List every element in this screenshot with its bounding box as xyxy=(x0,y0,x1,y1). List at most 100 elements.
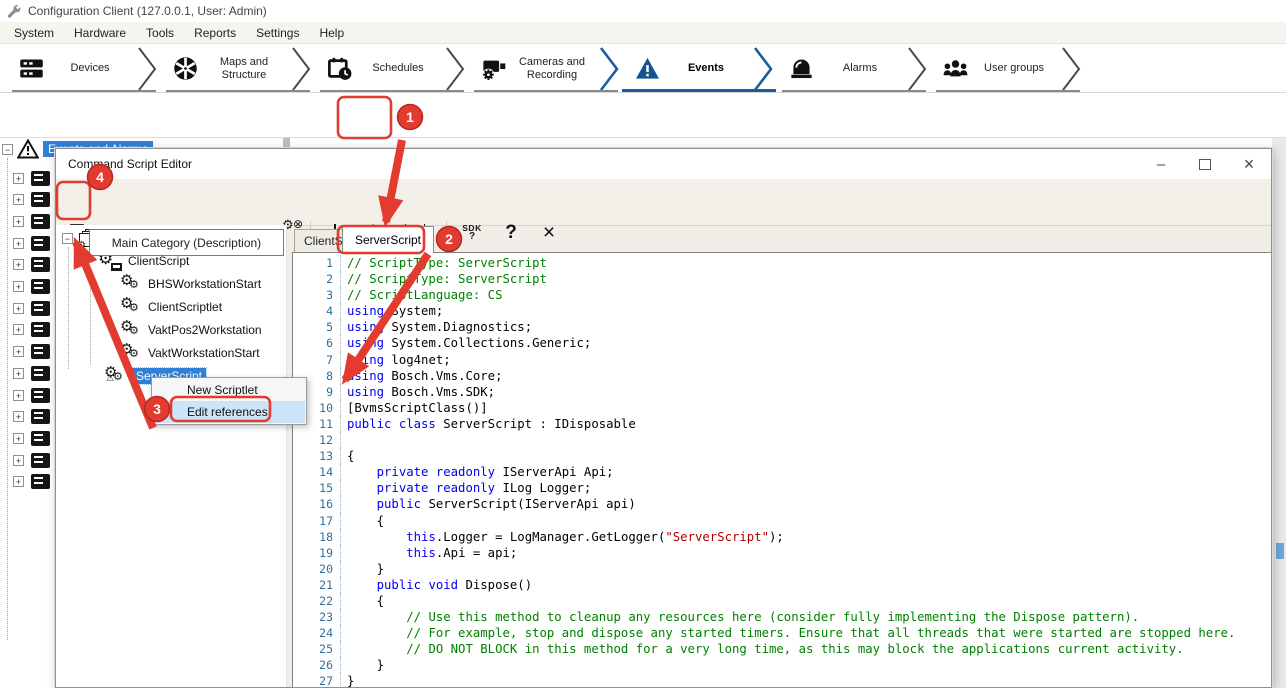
code-text: // DO NOT BLOCK in this method for a ver… xyxy=(341,641,1184,657)
tree-node-scriptlet[interactable]: ⚙⚙VaktPos2Workstation xyxy=(120,319,262,341)
maximize-button[interactable] xyxy=(1183,149,1227,179)
sdk-help-button[interactable]: SDK? xyxy=(454,219,490,247)
code-text: public void Dispose() xyxy=(341,577,532,593)
nav-tab-alarms[interactable]: Alarms xyxy=(774,45,928,92)
tree-device-row[interactable]: + xyxy=(13,363,50,383)
tree-device-row[interactable]: + xyxy=(13,211,50,231)
scriptlet-gears-icon: ⚙⚙ xyxy=(120,298,142,316)
tree-device-row[interactable]: + xyxy=(13,233,50,253)
scrollbar-thumb[interactable] xyxy=(1276,543,1284,559)
menu-system[interactable]: System xyxy=(4,24,64,42)
events-warning-icon xyxy=(634,55,661,82)
tree-device-row[interactable]: + xyxy=(13,190,50,210)
collapse-icon[interactable]: − xyxy=(2,144,13,155)
schedules-icon xyxy=(326,55,353,82)
help-button[interactable]: ? xyxy=(496,219,526,247)
expand-icon[interactable]: + xyxy=(13,194,24,205)
dialog-titlebar[interactable]: Command Script Editor – × xyxy=(56,149,1271,179)
code-text: // ScriptLanguage: CS xyxy=(341,287,502,303)
context-menu-item-edit-references[interactable]: Edit references xyxy=(153,401,305,423)
nav-tab-user-groups[interactable]: User groups xyxy=(928,45,1082,92)
menu-tools[interactable]: Tools xyxy=(136,24,184,42)
expand-icon[interactable]: + xyxy=(13,324,24,335)
code-text: // ScriptType: ServerScript xyxy=(341,255,547,271)
expand-icon[interactable]: + xyxy=(13,476,24,487)
nav-tab-maps-structure[interactable]: Maps and Structure xyxy=(158,45,312,92)
code-text: public ServerScript(IServerApi api) xyxy=(341,496,636,512)
minimize-button[interactable]: – xyxy=(1139,149,1183,179)
code-line: 7using log4net; xyxy=(293,352,1271,368)
tree-device-row[interactable]: + xyxy=(13,472,50,492)
chevron-divider-selected xyxy=(598,46,620,92)
tooltip: Main Category (Description) xyxy=(89,229,284,256)
expand-icon[interactable]: + xyxy=(13,346,24,357)
tree-device-row[interactable]: + xyxy=(13,450,50,470)
expand-icon[interactable]: + xyxy=(13,216,24,227)
code-text: } xyxy=(341,657,384,673)
scriptlet-label: VaktPos2Workstation xyxy=(148,323,262,337)
code-text: } xyxy=(341,561,384,577)
device-node-icon xyxy=(31,236,50,251)
code-lines: 1// ScriptType: ServerScript2// ScriptTy… xyxy=(293,255,1271,687)
close-button[interactable]: × xyxy=(1227,149,1271,179)
menu-help[interactable]: Help xyxy=(309,24,354,42)
device-node-icon xyxy=(31,388,50,403)
line-number: 16 xyxy=(293,496,341,512)
tree-device-row[interactable]: + xyxy=(13,255,50,275)
code-line: 17 { xyxy=(293,513,1271,529)
menu-hardware[interactable]: Hardware xyxy=(64,24,136,42)
nav-tab-schedules[interactable]: Schedules xyxy=(312,45,466,92)
nav-tab-devices[interactable]: Devices xyxy=(4,45,158,92)
tree-device-row[interactable]: + xyxy=(13,342,50,362)
code-text: using Bosch.Vms.Core; xyxy=(341,368,503,384)
menu-reports[interactable]: Reports xyxy=(184,24,246,42)
right-scroll-strip[interactable] xyxy=(1272,138,1286,688)
device-node-icon xyxy=(31,171,50,186)
expand-icon[interactable]: + xyxy=(13,173,24,184)
close-editor-button[interactable]: × xyxy=(534,219,564,247)
tab-serverscript[interactable]: ServerScript xyxy=(342,226,434,253)
context-menu: New Scriptlet Edit references xyxy=(151,377,307,425)
nav-tab-events[interactable]: Events xyxy=(620,45,774,92)
expand-icon[interactable]: + xyxy=(13,368,24,379)
code-text: [BvmsScriptClass()] xyxy=(341,400,488,416)
tree-device-row[interactable]: + xyxy=(13,385,50,405)
code-text: using System.Collections.Generic; xyxy=(341,335,591,351)
device-node-icon xyxy=(31,344,50,359)
expand-icon[interactable]: + xyxy=(13,455,24,466)
tree-device-row[interactable]: + xyxy=(13,168,50,188)
tree-node-scriptlet[interactable]: ⚙⚙BHSWorkstationStart xyxy=(120,273,261,295)
expand-icon[interactable]: + xyxy=(13,411,24,422)
context-menu-item-new-scriptlet[interactable]: New Scriptlet xyxy=(153,379,305,401)
expand-icon[interactable]: + xyxy=(13,281,24,292)
code-line: 18 this.Logger = LogManager.GetLogger("S… xyxy=(293,529,1271,545)
code-text: public class ServerScript : IDisposable xyxy=(341,416,636,432)
collapse-icon[interactable]: − xyxy=(62,233,73,244)
scriptlet-label: ClientScriptlet xyxy=(148,300,222,314)
tree-device-row[interactable]: + xyxy=(13,320,50,340)
code-text: using Bosch.Vms.SDK; xyxy=(341,384,495,400)
menu-bar: System Hardware Tools Reports Settings H… xyxy=(0,22,1286,44)
tree-device-row[interactable]: + xyxy=(13,298,50,318)
tree-node-scriptlet[interactable]: ⚙⚙VaktWorkstationStart xyxy=(120,342,260,364)
menu-settings[interactable]: Settings xyxy=(246,24,309,42)
expand-icon[interactable]: + xyxy=(13,433,24,444)
tree-device-row[interactable]: + xyxy=(13,277,50,297)
expand-icon[interactable]: + xyxy=(13,259,24,270)
tree-node-scriptlet[interactable]: ⚙⚙ ClientScriptlet xyxy=(120,296,222,318)
window-titlebar: Configuration Client (127.0.0.1, User: A… xyxy=(0,0,1286,22)
expand-icon[interactable]: + xyxy=(13,390,24,401)
expand-icon[interactable]: + xyxy=(13,238,24,249)
device-node-icon xyxy=(31,474,50,489)
line-number: 26 xyxy=(293,657,341,673)
expand-icon[interactable]: + xyxy=(13,303,24,314)
nav-tab-cameras-recording[interactable]: Cameras and Recording xyxy=(466,45,620,92)
tree-device-row[interactable]: + xyxy=(13,407,50,427)
line-number: 23 xyxy=(293,609,341,625)
device-node-icon xyxy=(31,214,50,229)
tree-connector xyxy=(7,158,8,640)
code-line: 13{ xyxy=(293,448,1271,464)
nav-label-schedules: Schedules xyxy=(362,62,434,75)
tree-device-row[interactable]: + xyxy=(13,428,50,448)
code-editor[interactable]: 1// ScriptType: ServerScript2// ScriptTy… xyxy=(292,252,1271,687)
